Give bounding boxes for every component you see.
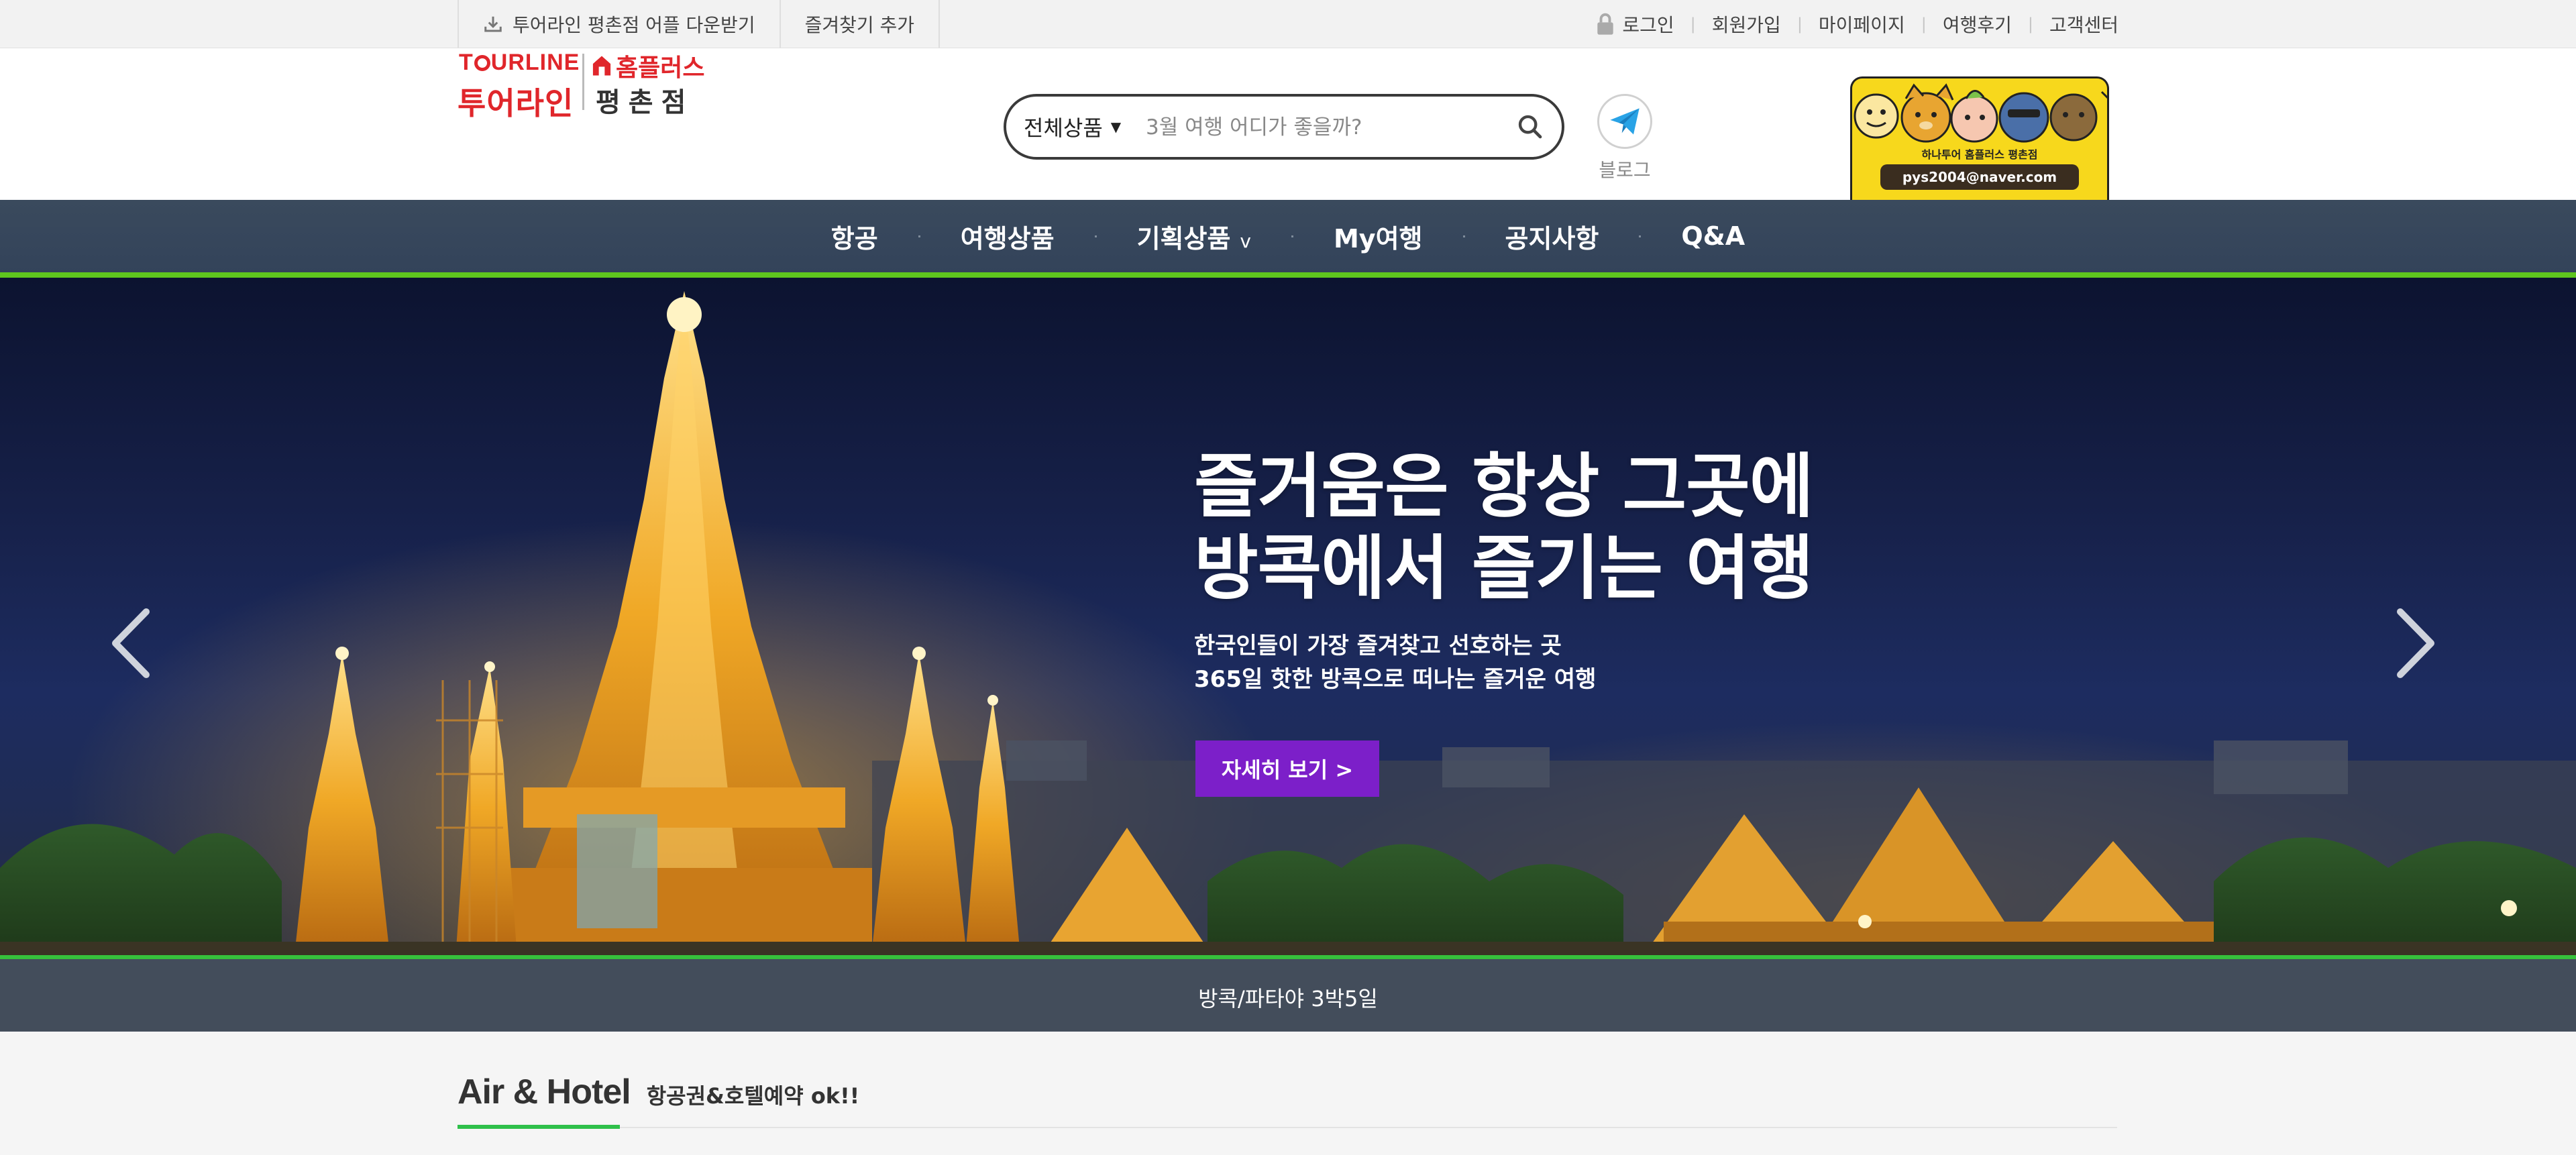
app-download-label: 투어라인 평촌점 어플 다운받기 xyxy=(513,13,755,36)
slider-prev-button[interactable] xyxy=(107,606,154,680)
separator: | xyxy=(1690,14,1696,34)
hero-headline-line2: 방콕에서 즐기는 여행 xyxy=(1194,527,1814,609)
nav-item-qna[interactable]: Q&A xyxy=(1661,221,1765,251)
separator: | xyxy=(1796,14,1803,34)
logo-brand: 홈플러스 xyxy=(592,48,704,83)
search-category-select[interactable]: 전체상품 ▼ xyxy=(1024,97,1121,157)
hero-headline-line1: 즐거움은 항상 그곳에 xyxy=(1194,445,1814,527)
slider-next-button[interactable] xyxy=(2392,606,2439,680)
house-icon xyxy=(592,55,612,76)
top-left-links: 투어라인 평촌점 어플 다운받기 즐겨찾기 추가 xyxy=(458,0,941,48)
nav-separator xyxy=(1291,235,1293,237)
hero-subtext-line2: 365일 핫한 방콕으로 떠나는 즐거운 여행 xyxy=(1194,666,1597,693)
nav-item-notice[interactable]: 공지사항 xyxy=(1485,218,1619,255)
customer-center-link[interactable]: 고객센터 xyxy=(2049,11,2118,38)
app-download-link[interactable]: 투어라인 평촌점 어플 다운받기 xyxy=(458,0,780,48)
logo-korean: 투어라인 xyxy=(458,85,574,121)
section-accent-bar xyxy=(458,1125,620,1129)
nav-item-travel-products[interactable]: 여행상품 xyxy=(941,218,1075,255)
travel-review-link[interactable]: 여행후기 xyxy=(1943,11,2012,38)
hero-subtext: 한국인들이 가장 즐겨찾고 선호하는 곳 365일 핫한 방콕으로 떠나는 즐거… xyxy=(1194,629,1813,696)
main-nav: 항공 여행상품 기획상품 v My여행 공지사항 Q&A xyxy=(0,200,2576,278)
nav-separator xyxy=(1462,235,1465,237)
lock-icon xyxy=(1597,13,1614,36)
banner-email: pys2004@naver.com xyxy=(1880,164,2079,190)
blog-label: 블로그 xyxy=(1599,159,1651,181)
slide-caption[interactable]: 방콕/파타야 3박5일 xyxy=(0,955,2576,1032)
top-utility-bar: 투어라인 평촌점 어플 다운받기 즐겨찾기 추가 로그인 | 회원가입 | 마이… xyxy=(0,0,2576,48)
search-icon xyxy=(1518,115,1542,139)
mypage-link[interactable]: 마이페이지 xyxy=(1819,11,1905,38)
logo-divider xyxy=(582,54,584,110)
hero-subtext-line1: 한국인들이 가장 즐겨찾고 선호하는 곳 xyxy=(1194,632,1562,659)
nav-separator xyxy=(918,235,920,237)
logo-brand-label: 홈플러스 xyxy=(616,54,705,82)
character-illustration xyxy=(1854,83,2107,143)
signup-link[interactable]: 회원가입 xyxy=(1712,11,1781,38)
login-link[interactable]: 로그인 xyxy=(1622,11,1674,38)
hero-detail-button[interactable]: 자세히 보기 > xyxy=(1195,740,1379,797)
chevron-right-icon xyxy=(2397,608,2434,678)
nav-separator xyxy=(1094,235,1097,237)
separator: | xyxy=(1921,14,1927,34)
bookmark-link[interactable]: 즐겨찾기 추가 xyxy=(779,0,941,48)
nav-item-special-products[interactable]: 기획상품 v xyxy=(1117,218,1271,255)
paper-plane-icon xyxy=(1610,108,1640,135)
nav-item-air[interactable]: 항공 xyxy=(811,218,898,255)
top-right-links: 로그인 | 회원가입 | 마이페이지 | 여행후기 | 고객센터 xyxy=(1597,0,2118,48)
search-category-label: 전체상품 xyxy=(1024,115,1103,141)
section-title-ko: 항공권&호텔예약 ok!! xyxy=(646,1083,860,1109)
download-icon xyxy=(484,16,502,32)
section-title-en: Air & Hotel xyxy=(458,1072,631,1111)
nav-separator xyxy=(1639,235,1642,237)
search-button[interactable] xyxy=(1513,110,1547,144)
air-hotel-section: Air & Hotel 항공권&호텔예약 ok!! xyxy=(0,1032,2576,1155)
blog-link[interactable]: 블로그 xyxy=(1593,94,1657,188)
search-bar: 전체상품 ▼ xyxy=(1004,94,1564,160)
section-divider xyxy=(458,1127,2117,1128)
dropdown-marker: v xyxy=(1240,229,1251,252)
search-input[interactable] xyxy=(1144,107,1509,148)
separator: | xyxy=(2027,14,2033,34)
blog-icon-circle xyxy=(1597,94,1652,149)
logo-o-ring xyxy=(474,55,490,71)
bookmark-label: 즐겨찾기 추가 xyxy=(804,13,915,36)
banner-title: 하나투어 홈플러스 평촌점 xyxy=(1921,148,2038,161)
logo-branch: 평촌점 xyxy=(596,87,694,118)
site-logo[interactable]: T URLINE 투어라인 홈플러스 평촌점 xyxy=(458,48,712,121)
chevron-left-icon xyxy=(112,608,150,678)
caret-down-icon: ▼ xyxy=(1110,119,1122,135)
section-title: Air & Hotel 항공권&호텔예약 ok!! xyxy=(458,1072,859,1112)
hero-copy: 즐거움은 항상 그곳에 방콕에서 즐기는 여행 한국인들이 가장 즐겨찾고 선호… xyxy=(1194,445,1814,696)
nav-item-my-travel[interactable]: My여행 xyxy=(1313,218,1443,255)
hero-slider: 즐거움은 항상 그곳에 방콕에서 즐기는 여행 한국인들이 가장 즐겨찾고 선호… xyxy=(0,278,2576,1032)
slide-caption-label: 방콕/파타야 3박5일 xyxy=(1198,986,1378,1011)
logo-english: T URLINE xyxy=(459,50,580,75)
kakao-contact-banner[interactable]: 하나투어 홈플러스 평촌점 pys2004@naver.com xyxy=(1850,76,2109,200)
